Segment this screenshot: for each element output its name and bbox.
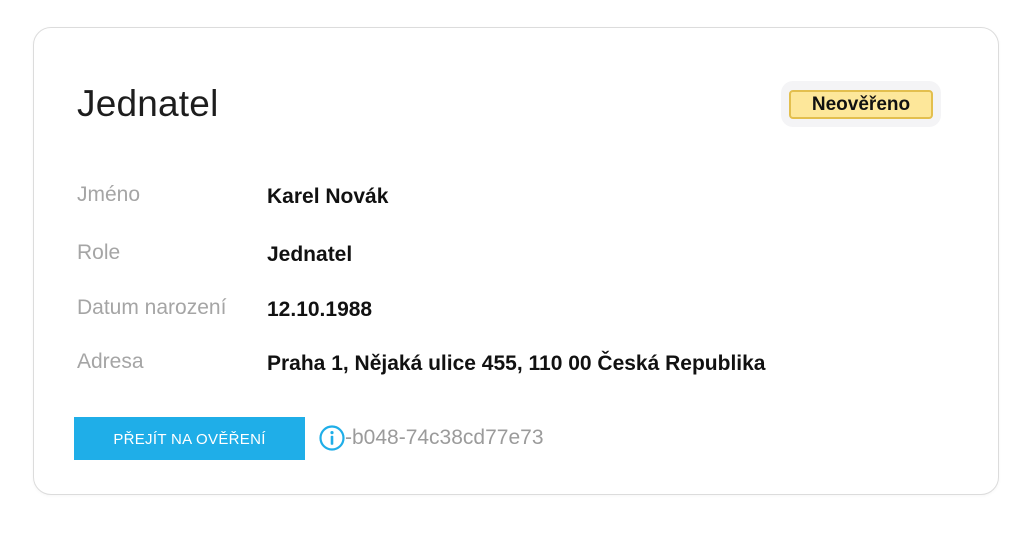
status-badge-container: Neověřeno bbox=[781, 81, 941, 127]
person-card: Jednatel Neověřeno Jméno Karel Novák Rol… bbox=[33, 27, 999, 495]
field-value-address: Praha 1, Nějaká ulice 455, 110 00 Česká … bbox=[267, 352, 766, 375]
field-label-birthdate: Datum narození bbox=[77, 296, 227, 319]
info-circle-icon[interactable] bbox=[318, 424, 346, 452]
field-value-role: Jednatel bbox=[267, 243, 353, 266]
verify-button[interactable]: PŘEJÍT NA OVĚŘENÍ bbox=[74, 417, 305, 460]
field-label-name: Jméno bbox=[77, 183, 141, 206]
info-id-text: -b048-74c38cd77e73 bbox=[345, 426, 544, 449]
field-label-address: Adresa bbox=[77, 350, 144, 373]
status-badge: Neověřeno bbox=[789, 90, 933, 119]
field-value-name: Karel Novák bbox=[267, 185, 389, 208]
field-label-role: Role bbox=[77, 241, 121, 264]
card-title: Jednatel bbox=[77, 83, 219, 124]
field-value-birthdate: 12.10.1988 bbox=[267, 298, 373, 321]
